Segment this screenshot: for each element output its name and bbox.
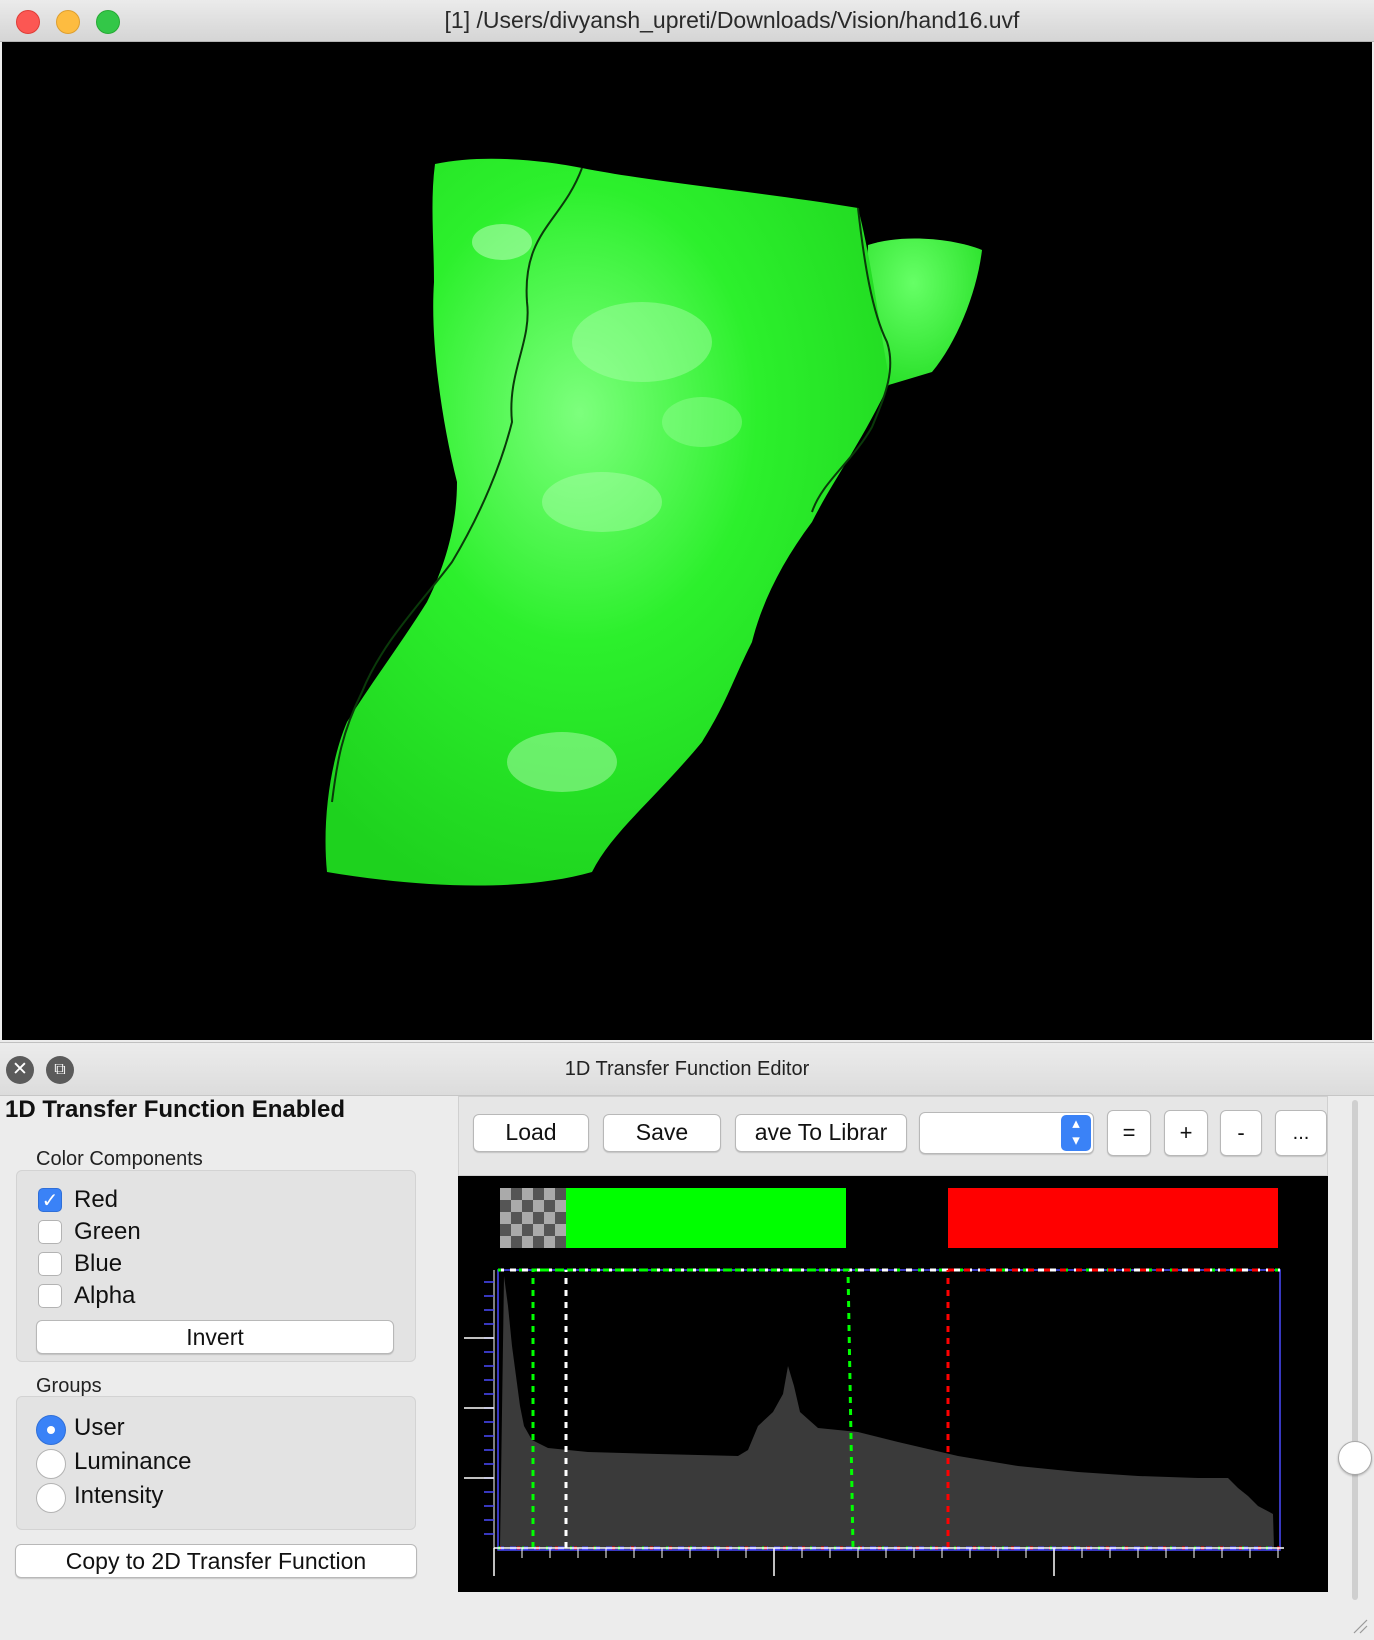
histogram-area bbox=[500, 1276, 1274, 1548]
tf-histogram-canvas[interactable] bbox=[458, 1176, 1328, 1592]
radio-circle[interactable] bbox=[36, 1449, 66, 1479]
checkbox-box[interactable] bbox=[38, 1284, 62, 1308]
invert-button[interactable]: Invert bbox=[36, 1320, 394, 1354]
window-titlebar: [1] /Users/divyansh_upreti/Downloads/Vis… bbox=[0, 0, 1374, 42]
scale-slider-track[interactable] bbox=[1352, 1100, 1358, 1600]
load-button[interactable]: Load bbox=[473, 1114, 589, 1152]
color-bar-green bbox=[566, 1188, 846, 1248]
checkbox-box[interactable] bbox=[38, 1220, 62, 1244]
color-components-label: Color Components bbox=[36, 1148, 203, 1170]
tf-panel-titlebar: ✕ ⧉ 1D Transfer Function Editor bbox=[0, 1042, 1374, 1096]
checkbox-check-icon[interactable]: ✓ bbox=[38, 1188, 62, 1212]
resize-grip-icon[interactable] bbox=[1350, 1616, 1368, 1634]
tf-enabled-label: 1D Transfer Function Enabled bbox=[5, 1096, 346, 1123]
copy-to-2d-button[interactable]: Copy to 2D Transfer Function bbox=[15, 1544, 417, 1578]
radio-circle[interactable] bbox=[36, 1483, 66, 1513]
scale-slider-knob[interactable] bbox=[1338, 1441, 1372, 1475]
radio-selected-icon[interactable] bbox=[36, 1415, 66, 1445]
more-options-button[interactable]: ... bbox=[1275, 1110, 1327, 1156]
remove-point-button[interactable]: - bbox=[1220, 1110, 1262, 1156]
y-axis-major-ticks bbox=[464, 1337, 494, 1479]
window-title: [1] /Users/divyansh_upreti/Downloads/Vis… bbox=[444, 7, 1020, 33]
transparency-checker bbox=[500, 1188, 566, 1248]
save-to-library-button[interactable]: ave To Librar bbox=[735, 1114, 907, 1152]
updown-chevron-icon[interactable]: ▴ ▾ bbox=[1061, 1115, 1091, 1151]
tf-panel-title: 1D Transfer Function Editor bbox=[564, 1058, 810, 1080]
save-button[interactable]: Save bbox=[603, 1114, 721, 1152]
rendered-volume-surface bbox=[325, 158, 982, 886]
preset-dropdown[interactable]: ▴ ▾ bbox=[919, 1112, 1094, 1154]
checkbox-box[interactable] bbox=[38, 1252, 62, 1276]
color-bar-red bbox=[948, 1188, 1278, 1248]
equal-button[interactable]: = bbox=[1107, 1110, 1151, 1156]
render-viewport[interactable] bbox=[2, 42, 1372, 1040]
groups-label: Groups bbox=[36, 1375, 102, 1397]
add-point-button[interactable]: + bbox=[1164, 1110, 1208, 1156]
